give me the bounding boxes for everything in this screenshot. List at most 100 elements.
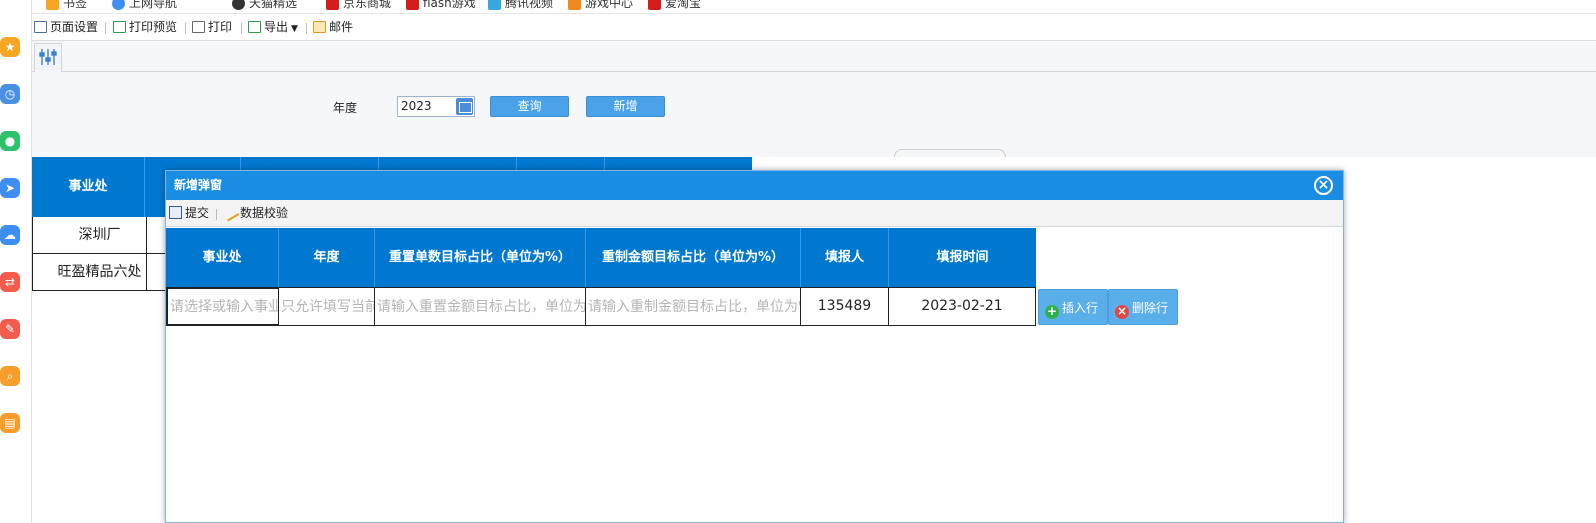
amount-ratio-field[interactable] — [586, 287, 801, 326]
submit-button[interactable]: 提交 — [169, 205, 209, 222]
insert-row-button[interactable]: + 插入行 — [1038, 289, 1108, 325]
dialog-title: 新增弹窗 — [174, 178, 223, 192]
bookmark-bar: 书签 上网导航 天猫精选 京东商城 flash游戏 腾讯视频 游戏中心 爱淘宝 — [32, 0, 1596, 14]
bookmark-item[interactable]: 天猫精选 — [232, 0, 297, 11]
delete-icon: × — [1115, 304, 1129, 319]
column-header-report-time: 填报时间 — [889, 228, 1036, 287]
bookmark-label: 上网导航 — [129, 0, 178, 10]
close-icon[interactable]: × — [1314, 176, 1333, 195]
dialog-header: 新增弹窗 × — [166, 171, 1343, 200]
query-button[interactable]: 查询 — [490, 96, 569, 117]
plus-icon: + — [1045, 304, 1059, 319]
dialog-toolbar: 提交 数据校验 — [166, 200, 1343, 227]
print-preview-label: 打印预览 — [129, 20, 178, 34]
bookmark-label: 游戏中心 — [585, 0, 634, 10]
ruler-pencil-icon — [221, 203, 240, 222]
bookmark-item[interactable]: 腾讯视频 — [488, 0, 553, 11]
send-icon[interactable]: ➤ — [0, 178, 20, 198]
column-header-amount-ratio: 重制金额目标占比（单位为%） — [586, 228, 801, 287]
division-field[interactable] — [166, 287, 279, 326]
count-ratio-input[interactable] — [375, 288, 585, 325]
add-button[interactable]: 新增 — [586, 96, 665, 117]
amount-ratio-input[interactable] — [586, 288, 800, 325]
mail-icon — [313, 21, 326, 33]
count-ratio-field[interactable] — [375, 287, 586, 326]
toolbar-divider — [105, 23, 106, 34]
print-toolbar: 页面设置 打印预览 打印 导出 ▼ 邮件 — [32, 14, 1596, 41]
calendar-icon[interactable] — [456, 98, 473, 115]
bookmark-item[interactable]: 爱淘宝 — [648, 0, 701, 11]
background-table-row[interactable]: 旺盈精品六处 — [32, 254, 167, 291]
background-row-division: 深圳厂 — [78, 227, 121, 243]
printer-icon — [192, 21, 205, 33]
background-table-row[interactable]: 深圳厂 — [32, 217, 167, 254]
print-preview-button[interactable]: 打印预览 — [113, 19, 177, 36]
insert-row-label: 插入行 — [1062, 301, 1099, 315]
reporter-cell: 135489 — [801, 287, 889, 326]
report-time-cell: 2023-02-21 — [889, 287, 1036, 326]
pdf-icon[interactable]: ✎ — [0, 319, 20, 339]
bookmark-label: 天猫精选 — [249, 0, 298, 10]
browser-sidebar: ★ ◷ ● ➤ ☁ ⇄ ✎ ⌕ ▤ — [0, 0, 32, 523]
compass-icon — [112, 0, 125, 10]
bookmark-item[interactable]: 书签 — [46, 0, 87, 11]
page-setup-button[interactable]: 页面设置 — [34, 19, 98, 36]
cloud-icon[interactable]: ☁ — [0, 225, 20, 245]
mail-label: 邮件 — [329, 20, 354, 34]
game-icon — [406, 0, 419, 10]
save-icon — [169, 206, 182, 219]
bookmark-label: 腾讯视频 — [505, 0, 554, 10]
filter-area: 年度 2023 查询 新增 — [32, 41, 1596, 157]
mail-button[interactable]: 邮件 — [313, 19, 353, 36]
video-icon — [488, 0, 501, 10]
validate-button[interactable]: 数据校验 — [221, 203, 289, 222]
page-setup-label: 页面设置 — [50, 20, 99, 34]
toolbar-divider — [241, 23, 242, 34]
print-button[interactable]: 打印 — [192, 19, 232, 36]
bookmark-label: 京东商城 — [343, 0, 392, 10]
year-input[interactable]: 2023 — [397, 96, 475, 117]
column-header-year: 年度 — [279, 228, 375, 287]
game-center-icon — [568, 0, 581, 10]
jd-icon — [326, 0, 339, 10]
collapse-handle[interactable] — [894, 149, 1006, 157]
toolbar-divider — [216, 209, 217, 220]
translate-icon[interactable]: ⇄ — [0, 272, 20, 292]
wechat-icon[interactable]: ● — [0, 131, 20, 151]
chevron-down-icon: ▼ — [291, 24, 298, 34]
toolbar-divider — [306, 23, 307, 34]
column-header-count-ratio: 重置单数目标占比（单位为%） — [375, 228, 586, 287]
bookmark-label: flash游戏 — [423, 0, 476, 10]
settings-sliders-icon[interactable] — [34, 43, 62, 72]
column-header-division: 事业处 — [166, 228, 279, 287]
delete-row-label: 删除行 — [1132, 301, 1169, 315]
bookmark-item[interactable]: 京东商城 — [326, 0, 391, 11]
export-label: 导出 — [264, 20, 289, 34]
favorites-icon[interactable]: ★ — [0, 37, 20, 57]
history-icon[interactable]: ◷ — [0, 84, 20, 104]
export-button[interactable]: 导出 ▼ — [248, 19, 298, 36]
division-input[interactable] — [168, 289, 278, 324]
page-setup-icon — [34, 21, 47, 33]
bookmark-item[interactable]: 上网导航 — [112, 0, 177, 11]
validate-label: 数据校验 — [240, 206, 289, 220]
submit-label: 提交 — [185, 206, 210, 220]
toolbar-divider — [185, 23, 186, 34]
year-cell-input[interactable] — [279, 288, 374, 325]
column-header-reporter: 填报人 — [801, 228, 889, 287]
delete-row-button[interactable]: × 删除行 — [1108, 289, 1178, 325]
year-field[interactable] — [279, 287, 375, 326]
background-header-division: 事业处 — [32, 157, 145, 217]
print-label: 打印 — [208, 20, 233, 34]
bookmark-item[interactable]: flash游戏 — [406, 0, 476, 11]
notes-icon[interactable]: ▤ — [0, 413, 20, 433]
bookmark-item[interactable]: 游戏中心 — [568, 0, 633, 11]
tab-strip — [32, 41, 1596, 72]
tmall-icon — [232, 0, 245, 10]
star-icon — [46, 0, 59, 10]
search-tool-icon[interactable]: ⌕ — [0, 366, 20, 386]
print-preview-icon — [113, 21, 126, 33]
bookmark-label: 爱淘宝 — [665, 0, 702, 10]
background-row-division: 旺盈精品六处 — [57, 264, 142, 280]
bookmark-label: 书签 — [63, 0, 88, 10]
